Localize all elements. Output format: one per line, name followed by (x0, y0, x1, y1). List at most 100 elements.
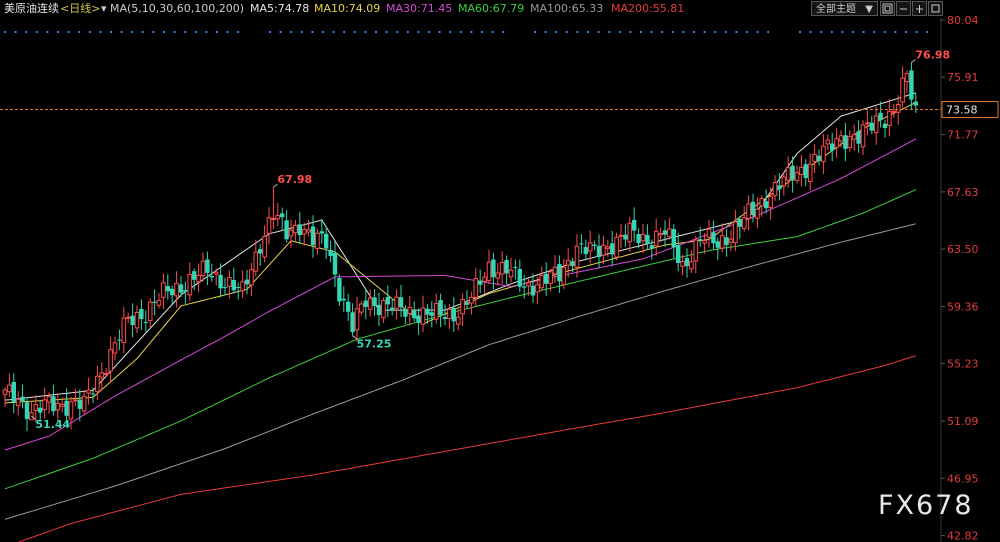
candle-up (275, 202, 281, 227)
candle-body (165, 286, 170, 292)
candle-body (636, 233, 641, 243)
separator-dot (724, 31, 727, 33)
candle-body (218, 274, 223, 289)
candle-up (433, 293, 439, 324)
separator-dot (809, 31, 812, 33)
candle-body (737, 219, 742, 227)
candle-body (33, 404, 39, 411)
candle-up (706, 219, 712, 248)
candle-body (24, 402, 30, 420)
candle-body (236, 287, 241, 288)
candle-body (711, 232, 716, 244)
candle-down (737, 216, 742, 239)
candle-body (755, 208, 760, 219)
separator-dot (703, 31, 706, 33)
candle-up (240, 270, 245, 298)
candle-down (346, 293, 351, 321)
candle-body (425, 308, 430, 315)
candle-body (324, 233, 329, 249)
candle-body (803, 164, 808, 178)
separator-dot (650, 31, 653, 33)
kline-chart[interactable]: 73.58 80.04 75.91 71.77 67.63 63.50 59.36 55.2… (0, 0, 1000, 542)
candle-down (504, 255, 509, 285)
candle-body (702, 240, 707, 244)
candle-body (420, 307, 426, 325)
separator-dot (470, 31, 473, 33)
candle-body (293, 224, 298, 234)
candle-body (73, 399, 78, 402)
separator-dot (25, 31, 28, 33)
candle-body (156, 300, 162, 306)
candle-down (451, 297, 456, 332)
candle-down (579, 234, 584, 255)
candle-down (284, 209, 289, 243)
candle-body (20, 396, 25, 401)
candle-body (557, 264, 562, 282)
candle-up (108, 337, 113, 384)
separator-dot (110, 31, 112, 33)
candle-body (913, 101, 918, 106)
candle-body (130, 315, 135, 325)
separator-dot (565, 31, 568, 33)
separator-dot (417, 31, 420, 33)
candle-down (878, 101, 883, 128)
separator-dot (799, 31, 801, 33)
candle-body (865, 122, 870, 125)
separator-dot (502, 31, 505, 33)
candle-body (174, 282, 179, 297)
separator-dot (714, 31, 717, 33)
candle-body (354, 308, 360, 331)
candle-body (464, 302, 470, 305)
candle-up (561, 259, 567, 289)
candle-body (143, 321, 148, 323)
separator-dot (629, 31, 632, 33)
candle-up (200, 252, 206, 282)
candle-down (51, 384, 56, 416)
candle-body (504, 259, 509, 274)
candle-body (601, 244, 606, 256)
candle-body (583, 247, 588, 255)
candle-body (469, 297, 474, 304)
candle-body (332, 253, 338, 275)
candle-up (887, 99, 892, 137)
candle-down (856, 120, 861, 153)
candle-body (548, 271, 553, 284)
candle-body (262, 235, 267, 258)
candle-body (125, 316, 131, 319)
candle-up (834, 127, 839, 158)
candle-body (610, 243, 615, 255)
candle-up (614, 232, 619, 261)
candle-down (803, 159, 808, 187)
candle-body (596, 245, 602, 257)
candle-up (73, 388, 78, 407)
candle-body (662, 230, 668, 235)
candle-down (170, 285, 175, 305)
candle-body (698, 239, 703, 241)
candle-body (359, 303, 364, 313)
candle-body (134, 311, 140, 329)
candle-body (284, 220, 289, 240)
separator-dot (756, 31, 759, 33)
candle-down (557, 255, 562, 293)
candle-body (733, 221, 738, 244)
candle-body (271, 218, 276, 220)
candle-up (103, 368, 109, 378)
candle-down (464, 290, 470, 309)
candle-body (535, 284, 540, 293)
candle-body (328, 250, 333, 256)
candle-body (68, 401, 74, 420)
candle-up (755, 197, 760, 228)
candle-up (741, 205, 747, 232)
ma10-line (4, 101, 917, 404)
candle-body (473, 278, 479, 298)
separator-dot (767, 31, 770, 33)
candle-down (764, 189, 769, 214)
candle-body (895, 104, 901, 113)
candle-body (790, 165, 795, 181)
candle-body (108, 349, 113, 372)
candle-up (81, 390, 87, 416)
candle-up (825, 134, 831, 151)
candle-up (495, 263, 501, 286)
candle-down (843, 122, 848, 162)
y-tick-label: 46.95 (947, 472, 979, 485)
